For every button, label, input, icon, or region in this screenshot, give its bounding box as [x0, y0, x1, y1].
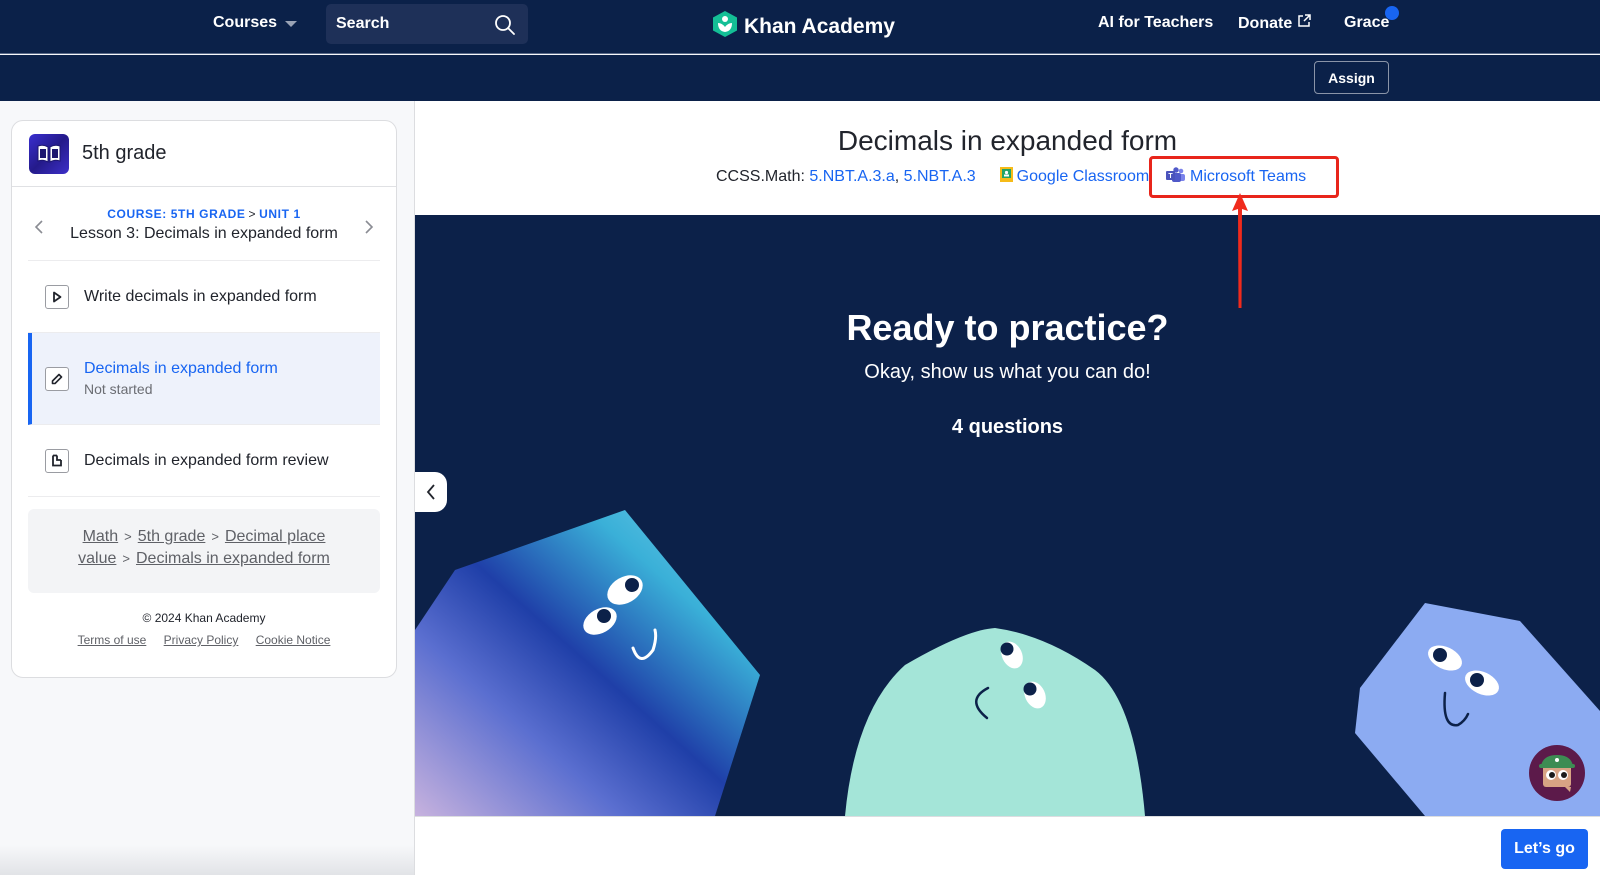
- practice-intro-stage: Ready to practice? Okay, show us what yo…: [415, 215, 1600, 816]
- blue-crystal-creature-illustration: [415, 510, 760, 816]
- khan-academy-logo-icon: [712, 10, 738, 44]
- google-classroom-link[interactable]: Google Classroom: [1017, 168, 1150, 186]
- khanmigo-avatar-icon: [1539, 755, 1575, 792]
- standard-link[interactable]: 5.NBT.A.3: [904, 168, 976, 186]
- svg-text:T: T: [1168, 173, 1173, 180]
- lesson-sidebar: 5th grade COURSE: 5TH GRADE > UNIT 1 Lesso…: [11, 120, 397, 678]
- lesson-item-video[interactable]: Write decimals in expanded form: [28, 261, 380, 333]
- lesson-items-list: Write decimals in expanded form Decimals…: [28, 261, 380, 497]
- khan-academy-logo[interactable]: Khan Academy: [712, 10, 895, 44]
- google-classroom-share[interactable]: Google Classroom: [999, 167, 1150, 187]
- copyright: © 2024 Khan Academy: [142, 611, 266, 625]
- topic-breadcrumb: Math >5th grade > Decimal place value > Decim…: [28, 509, 380, 593]
- ready-subtitle: Okay, show us what you can do!: [864, 361, 1151, 383]
- teal-blob-creature-illustration: [845, 628, 1145, 816]
- external-link-icon: [1297, 14, 1311, 33]
- cookie-notice-link[interactable]: Cookie Notice: [256, 633, 331, 647]
- exercise-meta: CCSS.Math: 5.NBT.A.3.a, 5.NBT.A.3 Google…: [716, 167, 1150, 187]
- chevron-left-icon: [426, 484, 435, 500]
- courses-menu-button[interactable]: Courses: [213, 14, 298, 32]
- search-icon[interactable]: [494, 14, 516, 41]
- breadcrumb-separator: >: [122, 551, 130, 566]
- article-icon: [45, 448, 69, 473]
- breadcrumb-separator: >: [124, 529, 132, 544]
- course-link[interactable]: COURSE: 5TH GRADE: [107, 207, 245, 221]
- lesson-item-exercise[interactable]: Decimals in expanded form Not started: [28, 333, 380, 425]
- red-annotation-arrow-icon: [1232, 193, 1248, 308]
- lets-go-button[interactable]: Let’s go: [1501, 829, 1588, 869]
- microsoft-teams-share-highlight[interactable]: T Microsoft Teams: [1149, 156, 1339, 198]
- search-box[interactable]: [326, 4, 528, 44]
- breadcrumb-link-lesson[interactable]: Decimals in expanded form: [136, 550, 330, 567]
- exercise-header: Decimals in expanded form CCSS.Math: 5.N…: [415, 101, 1600, 215]
- khan-academy-logo-text: Khan Academy: [744, 15, 895, 38]
- exercise-footer-bar: [415, 816, 1600, 875]
- microsoft-teams-icon: T: [1166, 166, 1186, 188]
- ready-title: Ready to practice?: [846, 307, 1169, 348]
- course-header[interactable]: 5th grade: [12, 121, 396, 187]
- lesson-navigation: COURSE: 5TH GRADE > UNIT 1 Lesson 3: Decim…: [28, 187, 380, 261]
- sidebar-bottom-shadow: [0, 845, 414, 875]
- search-input[interactable]: [336, 15, 486, 33]
- google-classroom-icon: [999, 167, 1013, 187]
- breadcrumb-separator: >: [211, 529, 219, 544]
- lesson-title: Lesson 3: Decimals in expanded form: [70, 225, 338, 242]
- course-title: 5th grade: [82, 142, 167, 164]
- donate-label: Donate: [1238, 14, 1293, 32]
- privacy-policy-link[interactable]: Privacy Policy: [164, 633, 239, 647]
- terms-of-use-link[interactable]: Terms of use: [78, 633, 147, 647]
- pencil-icon: [45, 366, 69, 391]
- breadcrumb-separator: >: [248, 207, 257, 221]
- user-name: Grace: [1344, 14, 1390, 31]
- play-icon: [45, 284, 69, 309]
- next-lesson-chevron-right-icon[interactable]: [364, 219, 374, 240]
- lesson-item-label: Decimals in expanded form: [84, 360, 278, 377]
- breadcrumb-link-math[interactable]: Math: [83, 528, 119, 545]
- standard-link[interactable]: 5.NBT.A.3.a: [809, 168, 894, 186]
- exercise-title: Decimals in expanded form: [837, 125, 1178, 156]
- donate-link[interactable]: Donate: [1238, 14, 1311, 33]
- sub-navigation: Assign: [0, 55, 1600, 101]
- user-menu-button[interactable]: Grace: [1344, 6, 1400, 32]
- lesson-breadcrumb: COURSE: 5TH GRADE > UNIT 1: [28, 187, 380, 221]
- top-navigation: Courses Khan Academy AI for Teachers Don…: [0, 0, 1600, 54]
- lesson-item-status: Not started: [84, 381, 153, 397]
- footer-links: Terms of use Privacy Policy Cookie Notic…: [12, 633, 396, 647]
- assign-button[interactable]: Assign: [1314, 61, 1389, 94]
- ai-for-teachers-link[interactable]: AI for Teachers: [1098, 14, 1213, 32]
- lesson-item-label: Write decimals in expanded form: [84, 287, 317, 305]
- courses-label: Courses: [213, 14, 278, 31]
- breadcrumb-link-grade[interactable]: 5th grade: [138, 528, 206, 545]
- lesson-item-article[interactable]: Decimals in expanded form review: [28, 425, 380, 497]
- notification-dot-icon: [1385, 6, 1400, 20]
- collapse-sidebar-button[interactable]: [415, 472, 447, 512]
- lesson-item-label: Decimals in expanded form review: [84, 451, 329, 469]
- khanmigo-assistant-button[interactable]: [1529, 745, 1585, 801]
- unit-link[interactable]: UNIT 1: [259, 207, 301, 221]
- previous-lesson-chevron-left-icon[interactable]: [34, 219, 44, 240]
- question-count: 4 questions: [951, 416, 1064, 438]
- book-icon: [29, 133, 69, 174]
- chevron-down-icon: [285, 21, 298, 27]
- microsoft-teams-link[interactable]: Microsoft Teams: [1190, 168, 1306, 186]
- standards-label: CCSS.Math:: [716, 168, 805, 185]
